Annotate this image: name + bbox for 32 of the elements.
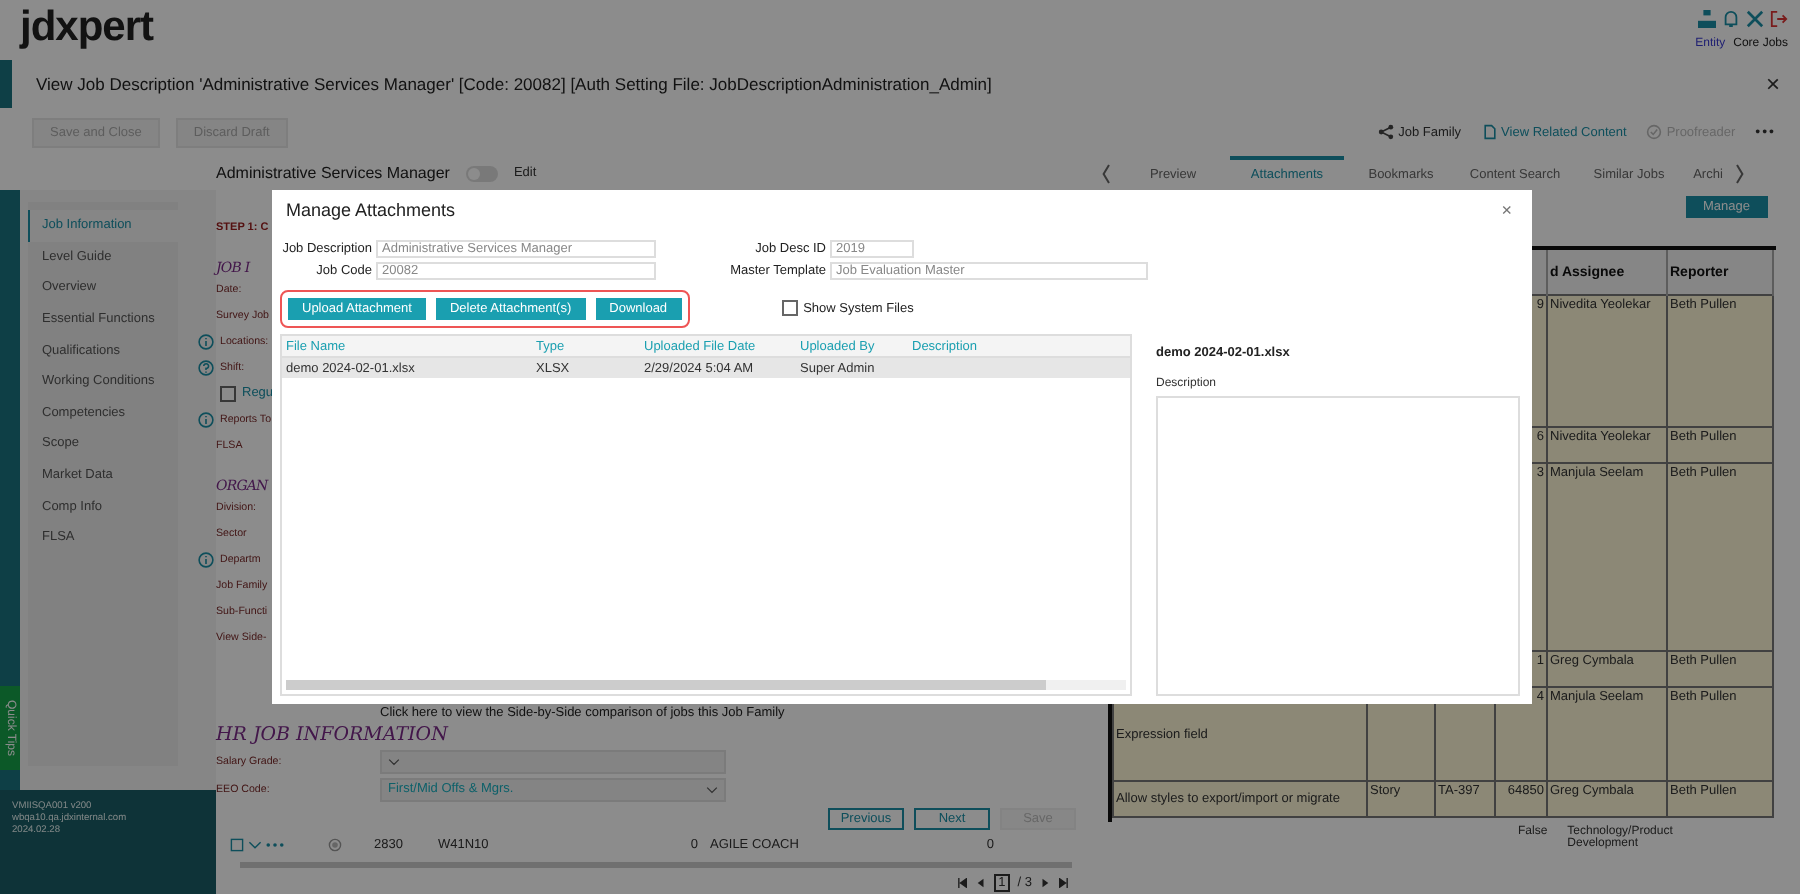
- chevron-icon[interactable]: [248, 837, 262, 851]
- hierarchy-icon: [1378, 124, 1395, 140]
- chevron-left-icon[interactable]: [1102, 163, 1110, 183]
- check-circle-icon: [1646, 124, 1663, 140]
- prev-page-icon[interactable]: [976, 878, 987, 888]
- scrollbar[interactable]: [286, 680, 1126, 690]
- checkbox[interactable]: [220, 385, 236, 401]
- info-icon[interactable]: [198, 411, 214, 427]
- radio-icon[interactable]: [328, 837, 342, 851]
- close-button[interactable]: ×: [1765, 70, 1780, 98]
- section-heading: HR JOB INFORMATION: [216, 724, 451, 746]
- help-icon[interactable]: [198, 359, 214, 375]
- grid-icon[interactable]: [230, 837, 244, 851]
- window-title: View Job Description 'Administrative Services Manager' [Code: 20082] [Auth Setting File: JobDescriptionAdministration_Admin]: [36, 74, 992, 94]
- bell-icon[interactable]: [1722, 10, 1740, 28]
- info-icon[interactable]: [198, 333, 214, 349]
- description-field[interactable]: [1156, 396, 1520, 696]
- document-icon: [1481, 124, 1498, 140]
- more-icon[interactable]: [266, 841, 284, 847]
- chevron-right-icon[interactable]: [1736, 163, 1744, 183]
- caret-icon: [388, 757, 400, 765]
- first-page-icon[interactable]: [958, 878, 969, 888]
- dialog-title: Manage Attachments: [286, 200, 456, 220]
- checkbox[interactable]: [781, 300, 798, 316]
- info-icon[interactable]: [198, 551, 214, 567]
- caret-icon: [706, 785, 718, 793]
- close-button[interactable]: ×: [1501, 200, 1512, 220]
- job-name: Administrative Services Manager: [216, 164, 450, 182]
- next-page-icon[interactable]: [1040, 878, 1050, 888]
- logo: jdxpert: [20, 4, 154, 52]
- last-page-icon[interactable]: [1058, 878, 1068, 888]
- exit-icon[interactable]: [1770, 10, 1788, 28]
